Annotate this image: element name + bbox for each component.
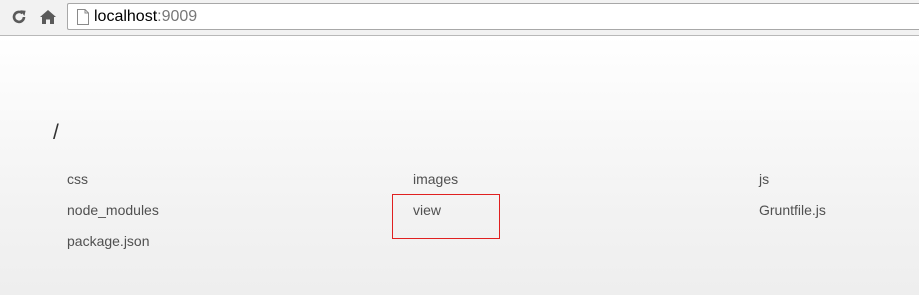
reload-icon [12,10,26,24]
page-icon [77,9,89,25]
entry-gruntfile[interactable]: Gruntfile.js [759,201,826,219]
entry-node-modules[interactable]: node_modules [67,201,159,219]
entry-package-json[interactable]: package.json [67,232,150,250]
browser-toolbar: localhost:9009 [0,0,919,36]
highlight-box [392,194,500,239]
url-text: localhost:9009 [94,7,197,27]
url-port: :9009 [157,8,198,25]
address-bar[interactable]: localhost:9009 [67,3,919,30]
entry-js[interactable]: js [759,170,769,188]
home-button[interactable] [37,6,59,28]
entry-images[interactable]: images [413,170,458,188]
reload-button[interactable] [8,6,30,28]
home-icon [40,10,56,24]
url-host: localhost [94,8,158,25]
directory-title: / [53,121,59,144]
entry-css[interactable]: css [67,170,88,188]
